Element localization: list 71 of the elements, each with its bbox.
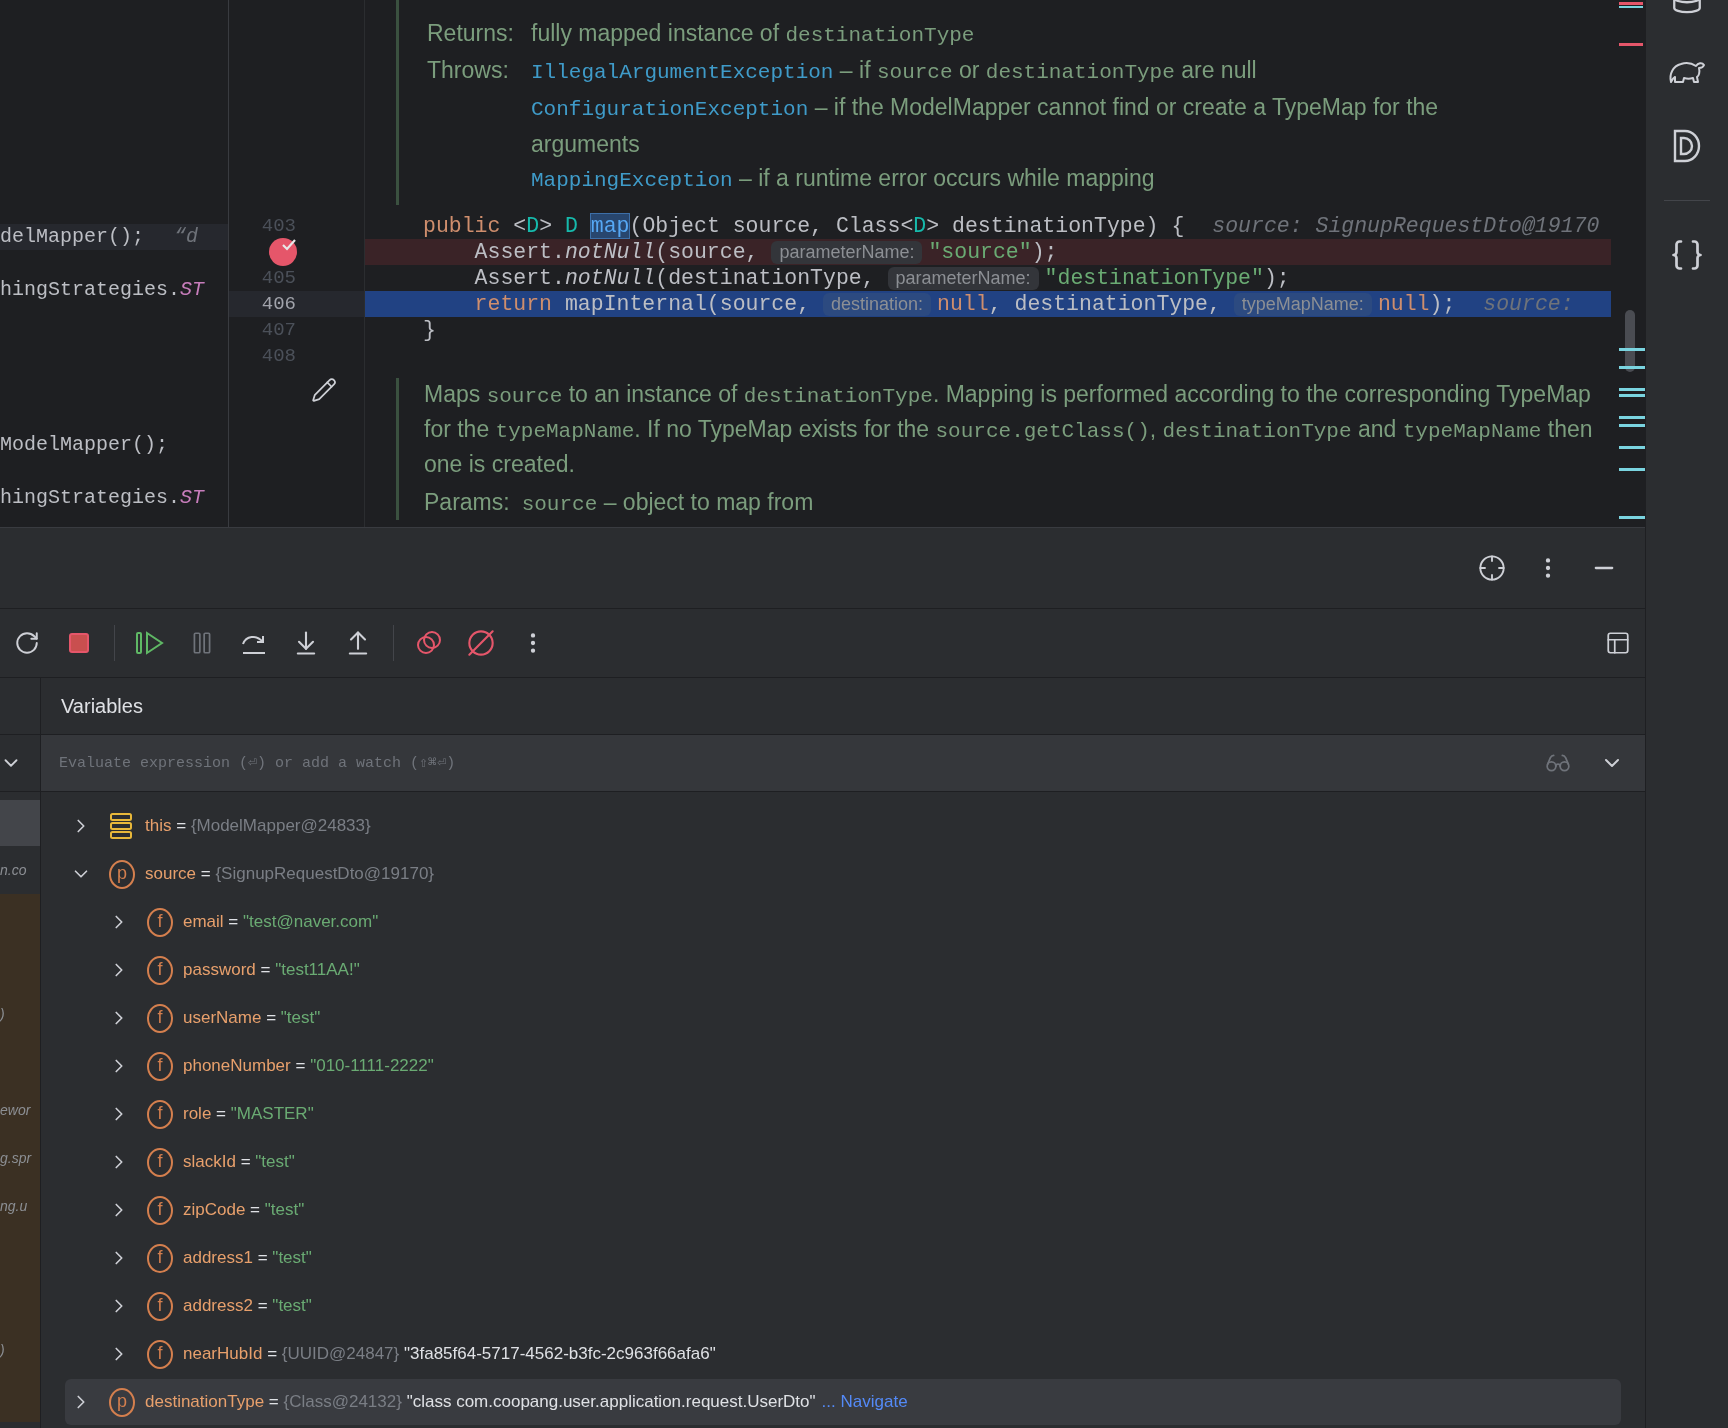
doc-text: IllegalArgumentException – if source or destinationType are null: [531, 56, 1258, 86]
variable-badge: f: [147, 1243, 173, 1273]
line-number: 406: [261, 293, 296, 315]
parameter-hint: parameterName:: [887, 266, 1039, 290]
doc-link[interactable]: IllegalArgumentException: [531, 61, 834, 84]
doc-text: source – object to map from: [521, 488, 814, 518]
code-text: hingStrategies.: [0, 277, 181, 303]
evaluate-expression-input[interactable]: Evaluate expression (⏎) or add a watch (⇧⌘⏎): [57, 753, 1522, 773]
variable-text: this = {ModelMapper@24833}: [145, 816, 371, 836]
variable-text: password = "test11AA!": [183, 960, 360, 980]
doc-text: Maps source to an instance of destinationType. Mapping is performed according to the corresponding TypeMap for the typeMapName. If no TypeMap exists for the source.getClass(), destinationType and typeMapName then one is created.: [424, 380, 1594, 479]
variables-tab[interactable]: Variables: [61, 694, 143, 718]
inline-value: source: SignupRequestDto@19170: [1212, 214, 1600, 238]
code-text: null, destinationType,: [937, 292, 1222, 316]
pencil-icon[interactable]: [311, 377, 339, 405]
doc-link[interactable]: ConfigurationException: [531, 98, 809, 121]
variable-badge: f: [147, 1291, 173, 1321]
variable-badge: f: [147, 907, 173, 937]
variable-text: zipCode = "test": [183, 1200, 305, 1220]
variable-text: phoneNumber = "010-1111-2222": [183, 1056, 434, 1076]
code-text: ST: [180, 485, 205, 511]
selected-variable-row[interactable]: p destinationType = {Class@24132} "class com.coopang.user.application.request.UserDto" ... Navigate: [65, 1379, 1622, 1425]
code-text: delMapper();: [0, 224, 145, 250]
inline-hint: “d: [174, 224, 199, 250]
parameter-hint: parameterName:: [771, 240, 923, 264]
stack-icon: [109, 812, 133, 840]
variable-text: address1 = "test": [183, 1248, 312, 1268]
code-text: }: [423, 318, 436, 342]
variable-text: userName = "test": [183, 1008, 321, 1028]
variable-text: nearHubId = {UUID@24847} "3fa85f64-5717-4562-b3fc-2c963f66afa6": [183, 1344, 716, 1364]
code-text: Assert.notNull(destinationType,: [473, 266, 876, 290]
variable-badge: p: [109, 1387, 135, 1417]
doc-text: MappingException – if a runtime error occurs while mapping: [531, 164, 1156, 194]
variable-text: address2 = "test": [183, 1296, 312, 1316]
variable-badge: f: [147, 1051, 173, 1081]
parameter-hint: typeMapName:: [1233, 292, 1372, 316]
variable-badge: p: [109, 859, 135, 889]
doc-label: Returns:: [427, 19, 515, 48]
code-text: ST: [180, 277, 205, 303]
variable-text: slackId = "test": [183, 1152, 295, 1172]
variable-badge: f: [147, 1147, 173, 1177]
code-text: "destinationType");: [1044, 266, 1290, 290]
variable-text: email = "test@naver.com": [183, 912, 379, 932]
variable-text: role = "MASTER": [183, 1104, 314, 1124]
doc-label: Params:: [424, 488, 510, 517]
breakpoint-icon[interactable]: [269, 238, 297, 266]
doc-text: fully mapped instance of destinationType: [531, 19, 976, 49]
evaluate-expression-field[interactable]: Evaluate expression (⏎) or add a watch (⇧⌘⏎): [41, 735, 1646, 792]
variable-badge: f: [147, 1003, 173, 1033]
variable-badge: f: [147, 1339, 173, 1369]
doc-text: ConfigurationException – if the ModelMapper cannot find or create a TypeMap for the arguments: [531, 93, 1440, 159]
navigate-link[interactable]: ... Navigate: [821, 1392, 908, 1411]
variable-badge: f: [147, 1195, 173, 1225]
code-text: Assert.notNull(source,: [473, 240, 760, 264]
variable-badge: f: [147, 955, 173, 985]
code-text: ModelMapper();: [0, 432, 169, 458]
code-text: return mapInternal(source,: [473, 292, 812, 316]
library-frame[interactable]: ng.u: [0, 1182, 40, 1230]
inline-value: source:: [1483, 292, 1574, 316]
library-frame[interactable]: g.spr: [0, 1134, 40, 1182]
code-text: "source");: [928, 240, 1058, 264]
variable-badge: f: [147, 1099, 173, 1129]
parameter-hint: destination:: [823, 292, 932, 316]
variable-text: source = {SignupRequestDto@19170}: [145, 864, 435, 884]
code-text: public <D> D map(Object source, Class<D> destinationType) {: [423, 214, 1185, 238]
code-text: hingStrategies.: [0, 485, 181, 511]
variable-text: destinationType = {Class@24132} "class com.coopang.user.application.request.UserDto" ... Navigate: [145, 1392, 908, 1412]
library-frame[interactable]: ewor: [0, 1086, 40, 1134]
doc-label: Throws:: [427, 56, 510, 85]
code-text: null);: [1377, 292, 1456, 316]
doc-link[interactable]: MappingException: [531, 169, 733, 192]
